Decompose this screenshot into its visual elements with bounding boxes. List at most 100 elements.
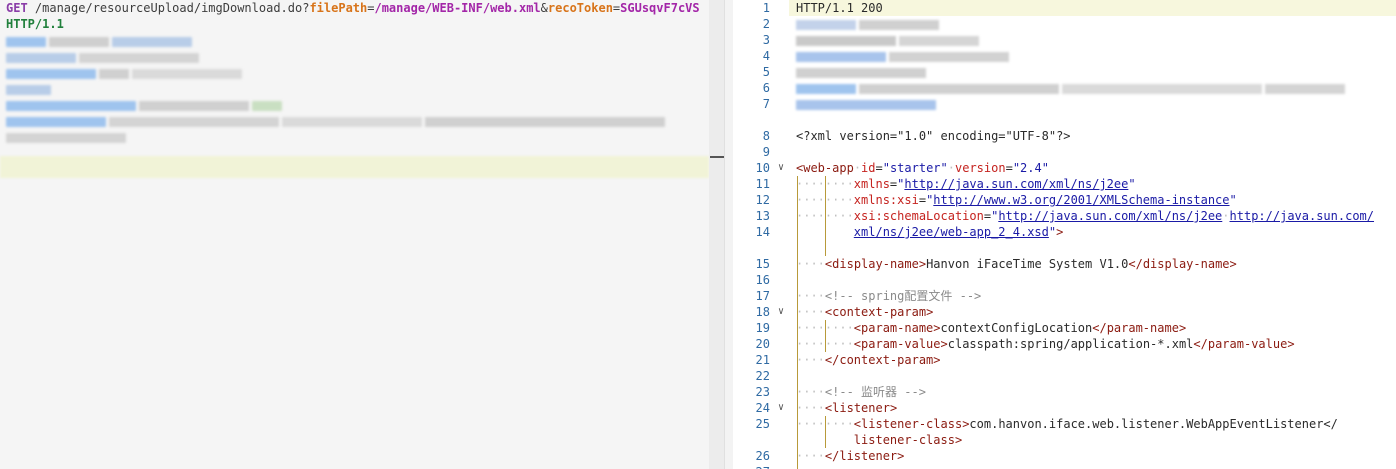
fold-chevron-icon[interactable]: ∨ <box>778 304 784 320</box>
line-number: 19 <box>755 321 770 335</box>
param-value-recotoken: SGUsqvF7cVS <box>620 1 700 15</box>
line-number: 12 <box>755 193 770 207</box>
fold-chevron-icon[interactable]: ∨ <box>778 160 784 176</box>
schema-location-line: ········xsi:schemaLocation="http://java.… <box>796 209 1375 223</box>
redacted-header <box>6 132 129 143</box>
line-number: 24 <box>755 401 770 415</box>
param-key-recotoken: recoToken <box>547 1 613 15</box>
line-number: 22 <box>755 369 770 383</box>
param-name-value: contextConfigLocation <box>940 321 1093 335</box>
xml-tag: context-param <box>832 305 927 319</box>
display-name-value: Hanvon iFaceTime System V1.0 <box>926 257 1129 271</box>
line-number: 2 <box>762 17 770 31</box>
schema-link[interactable]: xml/ns/j2ee/web-app_2_4.xsd <box>854 225 1049 239</box>
request-editor[interactable]: GET /manage/resourceUpload/imgDownload.d… <box>0 0 709 469</box>
xml-tag: display-name <box>832 257 919 271</box>
request-method: GET <box>6 1 28 15</box>
fold-chevron-icon[interactable]: ∨ <box>778 400 784 416</box>
xml-tag: listener <box>839 449 898 463</box>
xmlns-xsi-line: ········xmlns:xsi="http://www.w3.org/200… <box>796 193 1237 207</box>
line-number: 11 <box>755 177 770 191</box>
param-value-line: ········<param-value>classpath:spring/ap… <box>796 337 1295 351</box>
request-path: /manage/resourceUpload/imgDownload.do? <box>27 1 310 15</box>
xml-comment: <!-- spring配置文件 --> <box>824 289 982 303</box>
xml-declaration: <?xml version="1.0" encoding="UTF-8"?> <box>796 129 1071 143</box>
xml-tag: display-name <box>1142 257 1230 271</box>
line-number: 13 <box>755 209 770 223</box>
line-number: 6 <box>762 81 770 95</box>
line-number: 1 <box>762 1 770 15</box>
param-name-line: ········<param-name>contextConfigLocatio… <box>796 321 1187 335</box>
cursor-line-highlight <box>0 156 709 178</box>
xmlns-link[interactable]: http://java.sun.com/xml/ns/j2ee <box>904 177 1128 191</box>
listener-open: ····<listener> <box>796 401 898 415</box>
line-number: 18 <box>755 305 770 319</box>
schema-link[interactable]: http://java.sun.com/ <box>1230 209 1375 223</box>
redacted-header <box>6 116 668 127</box>
context-param-open: ····<context-param> <box>796 305 934 319</box>
line-number: 4 <box>762 49 770 63</box>
xml-tag: param-name <box>861 321 934 335</box>
listener-close: ····</listener> <box>796 449 905 463</box>
xmlns-line: ········xmlns="http://java.sun.com/xml/n… <box>796 177 1136 191</box>
line-number: 15 <box>755 257 770 271</box>
redacted-header <box>6 100 285 111</box>
xml-tag: param-value <box>861 337 941 351</box>
xml-string: "2.4" <box>1012 161 1049 175</box>
param-value-filepath: /manage/WEB-INF/web.xml <box>374 1 541 15</box>
line-number: 25 <box>755 417 770 431</box>
redacted-header <box>6 36 195 47</box>
redacted-header <box>796 66 929 82</box>
request-protocol-line: HTTP/1.1 <box>6 16 64 32</box>
xml-attr: version <box>955 161 1006 175</box>
line-number: 8 <box>762 129 770 143</box>
redacted-header <box>796 50 1012 66</box>
schema-link[interactable]: http://java.sun.com/xml/ns/j2ee <box>998 209 1222 223</box>
xml-string: "starter" <box>882 161 948 175</box>
display-name-line: ····<display-name>Hanvon iFaceTime Syste… <box>796 257 1237 271</box>
xml-tag: web-app <box>803 161 854 175</box>
xml-tag: listener-class <box>861 417 963 431</box>
xml-tag: context-param <box>839 353 934 367</box>
line-number: 3 <box>762 33 770 47</box>
webapp-open-line: <web-app·id="starter"·version="2.4" <box>796 161 1049 175</box>
param-separator: & <box>540 1 548 15</box>
response-editor[interactable]: 1 2 3 4 5 6 7 8 9 10 11 12 13 14 15 16 1… <box>733 0 1396 469</box>
xml-attr: xsi:schemaLocation <box>853 209 984 223</box>
line-number: 14 <box>755 225 770 239</box>
redacted-header <box>796 18 942 34</box>
line-number: 5 <box>762 65 770 79</box>
xml-attr: xmlns <box>853 177 890 191</box>
param-value-value: classpath:spring/application-*.xml <box>947 337 1194 351</box>
line-number: 20 <box>755 337 770 351</box>
redacted-header <box>796 98 939 114</box>
line-number: 26 <box>755 449 770 463</box>
line-number: 16 <box>755 273 770 287</box>
redacted-header <box>796 82 1348 98</box>
listener-class-line: ········<listener-class>com.hanvon.iface… <box>796 417 1338 431</box>
listener-class-wrap: listener-class> <box>796 432 962 448</box>
redacted-header <box>6 52 202 63</box>
line-number: 21 <box>755 353 770 367</box>
schema-location-wrap: xml/ns/j2ee/web-app_2_4.xsd"> <box>853 225 1064 239</box>
request-line: GET /manage/resourceUpload/imgDownload.d… <box>6 0 700 16</box>
xsi-link[interactable]: http://www.w3.org/2001/XMLSchema-instanc… <box>933 193 1229 207</box>
redacted-header <box>6 84 54 95</box>
xml-tag: param-value <box>1207 337 1288 351</box>
comment-line: ····<!-- spring配置文件 --> <box>796 289 982 303</box>
xml-attr: xmlns:xsi <box>853 193 919 207</box>
line-number: 17 <box>755 289 770 303</box>
xml-attr: id <box>861 161 876 175</box>
line-number: 10 <box>755 161 770 175</box>
redacted-header <box>796 34 982 50</box>
xml-tag: listener-class> <box>853 433 963 447</box>
listener-class-value: com.hanvon.iface.web.listener.WebAppEven… <box>969 417 1338 431</box>
comment-line: ····<!-- 监听器 --> <box>796 385 926 399</box>
line-number: 23 <box>755 385 770 399</box>
xml-comment: <!-- 监听器 --> <box>824 385 926 399</box>
line-number: 9 <box>762 145 770 159</box>
param-key-filepath: filePath <box>309 1 368 15</box>
xml-tag: listener <box>832 401 890 415</box>
divider-grip-icon[interactable] <box>710 156 724 158</box>
xml-tag: param-name <box>1106 321 1179 335</box>
